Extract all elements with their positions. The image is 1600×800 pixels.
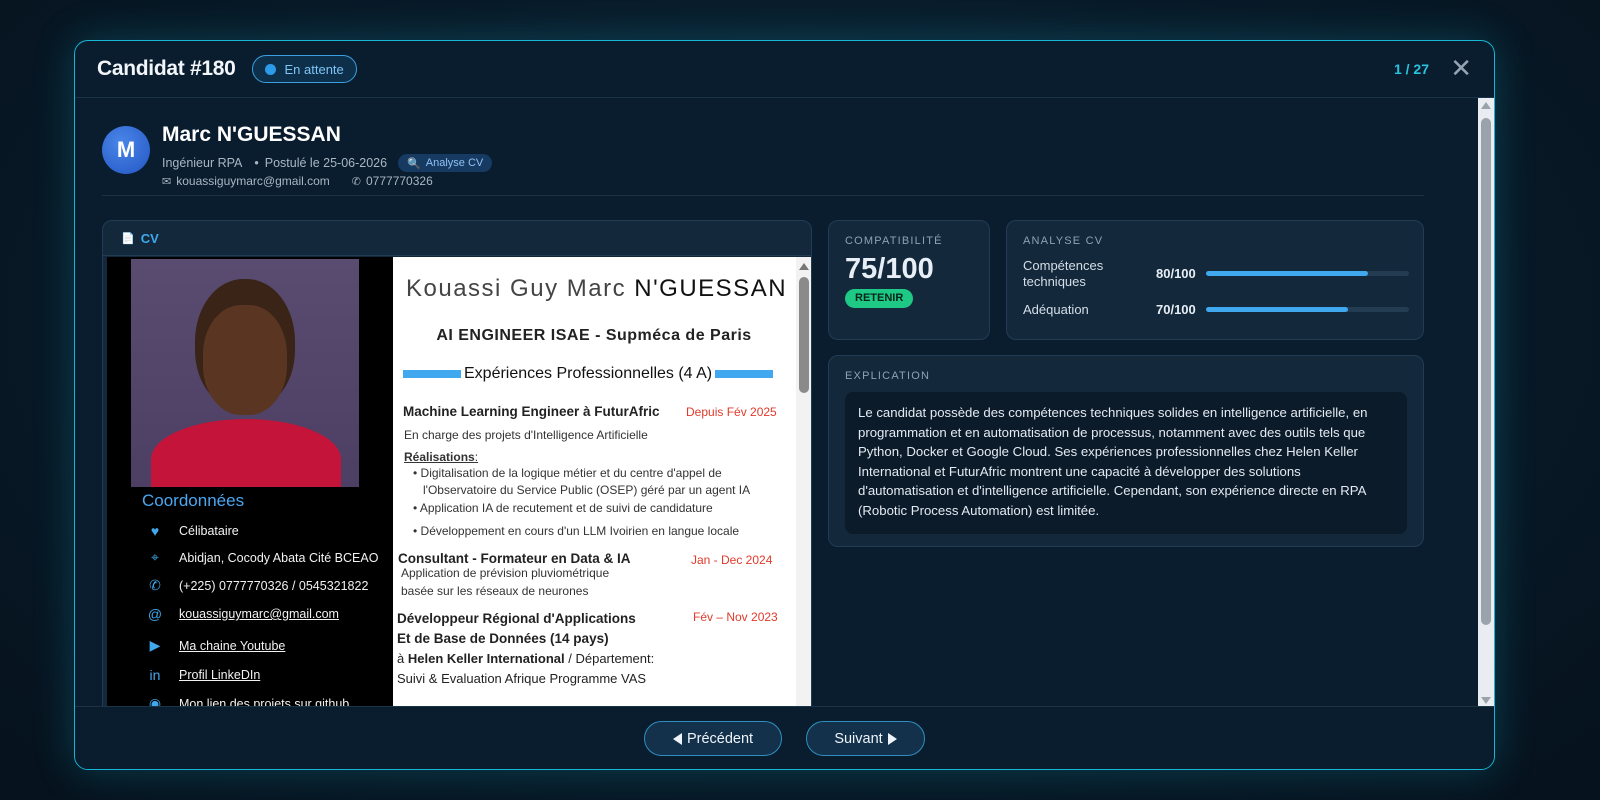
cv-job-title: Machine Learning Engineer à FuturAfric: [403, 404, 660, 419]
cv-contact-status: ♥ Célibataire: [147, 523, 239, 539]
cv-scroll-thumb[interactable]: [799, 277, 809, 393]
mail-icon: ✉: [162, 175, 172, 188]
cv-realisations-label: Réalisations:: [404, 450, 479, 464]
cv-headline: AI ENGINEER ISAE - Supméca de Paris: [436, 327, 752, 344]
cv-main: Kouassi Guy Marc N'GUESSAN AI ENGINEER I…: [393, 257, 795, 708]
metric-progress-bar: [1206, 271, 1409, 276]
metric-value: 70/100: [1156, 302, 1196, 317]
previous-label: Précédent: [686, 730, 754, 747]
cv-job-org: à Helen Keller International / Départeme…: [397, 651, 655, 666]
candidate-phone[interactable]: 0777770326: [366, 174, 433, 188]
avatar: M: [102, 126, 150, 174]
cv-bullet: • Digitalisation de la logique métier et…: [413, 466, 722, 480]
decision-badge: RETENIR: [845, 289, 914, 308]
status-label: En attente: [284, 61, 344, 77]
at-icon: @: [147, 606, 163, 622]
document-icon: 📄: [121, 232, 135, 245]
cv-contact-youtube[interactable]: ▶ Ma chaine Youtube: [147, 637, 286, 654]
cv-job-title: Et de Base de Données (14 pays): [397, 631, 609, 646]
heart-icon: ♥: [150, 523, 160, 539]
modal-title: Candidat #180: [97, 57, 236, 80]
linkedin-icon: in: [149, 667, 161, 683]
explanation-text: Le candidat possède des compétences tech…: [845, 392, 1407, 534]
candidate-name: Marc N'GUESSAN: [162, 123, 341, 146]
phone-icon: ✆: [149, 577, 161, 593]
candidate-photo: [131, 259, 359, 487]
scroll-down-icon[interactable]: [1481, 697, 1491, 704]
cv-contact-email[interactable]: @ kouassiguymarc@gmail.com: [147, 606, 339, 622]
candidate-profile: M Marc N'GUESSAN Ingénieur RPA • Postulé…: [102, 123, 1424, 196]
candidate-meta: Ingénieur RPA • Postulé le 25-06-2026 🔍 …: [162, 154, 493, 172]
candidate-email[interactable]: kouassiguymarc@gmail.com: [176, 174, 330, 188]
scroll-up-icon[interactable]: [799, 263, 809, 270]
next-label: Suivant: [834, 730, 883, 747]
cv-section-experience: Expériences Professionnelles (4 A): [403, 365, 795, 383]
analysis-label: ANALYSE CV: [1023, 235, 1104, 247]
compatibility-label: COMPATIBILITÉ: [845, 235, 943, 247]
metric-label: Adéquation: [1023, 302, 1089, 317]
cv-scrollbar[interactable]: [796, 257, 811, 708]
metric-progress-bar: [1206, 307, 1409, 312]
metric-value: 80/100: [1156, 266, 1196, 281]
triangle-left-icon: [672, 732, 682, 745]
status-dot-icon: [264, 63, 276, 75]
candidate-contact: ✉ kouassiguymarc@gmail.com ✆ 0777770326: [162, 174, 433, 188]
cv-job-date: Fév – Nov 2023: [693, 610, 778, 624]
candidate-applied-date: Postulé le 25-06-2026: [264, 156, 388, 170]
modal-scroll-thumb[interactable]: [1481, 118, 1491, 625]
compatibility-score: 75/100: [845, 253, 934, 285]
metric-label: Compétences techniques: [1023, 258, 1104, 289]
cv-contact-phone: ✆ (+225) 0777770326 / 0545321822: [147, 577, 368, 594]
cv-sidebar: Coordonnées ♥ Célibataire ⌖ Abidjan, Cocod…: [107, 257, 393, 708]
cv-analysis-card: ANALYSE CV Compétences techniques 80/100…: [1006, 220, 1424, 340]
triangle-right-icon: [887, 732, 897, 745]
cv-bullet: • Application IA de recutement et de sui…: [413, 501, 713, 515]
compatibility-card: COMPATIBILITÉ 75/100 RETENIR: [828, 220, 990, 340]
magnifier-icon: 🔍: [407, 157, 421, 170]
cv-job-description: Application de prévision pluviométrique: [401, 566, 610, 580]
scroll-up-icon[interactable]: [1481, 102, 1491, 109]
cv-job-description: En charge des projets d'Intelligence Art…: [404, 428, 648, 442]
cv-job-title: Consultant - Formateur en Data & IA: [398, 551, 631, 566]
cv-contact-address: ⌖ Abidjan, Cocody Abata Cité BCEAO: [147, 549, 378, 566]
modal-footer: Précédent Suivant: [75, 706, 1494, 769]
cv-job-date: Depuis Fév 2025: [686, 405, 777, 419]
candidate-modal: Candidat #180 En attente 1 / 27 ✕ M Marc…: [74, 40, 1495, 770]
cv-contact-title: Coordonnées: [142, 491, 245, 510]
cv-job-date: Jan - Dec 2024: [691, 553, 773, 567]
separator-dot-icon: •: [254, 156, 259, 170]
cv-panel: 📄 CV Coordonnées ♥ Célibataire ⌖ Abidjan, …: [102, 220, 812, 708]
youtube-icon: ▶: [149, 637, 161, 653]
analysis-tag: 🔍 Analyse CV: [398, 154, 493, 172]
status-badge: En attente: [251, 55, 357, 83]
location-pin-icon: ⌖: [151, 549, 159, 565]
modal-header: Candidat #180 En attente 1 / 27 ✕: [75, 41, 1494, 98]
cv-full-name: Kouassi Guy Marc N'GUESSAN: [406, 275, 788, 302]
previous-button[interactable]: Précédent: [644, 721, 782, 756]
cv-bullet-continued: l'Observatoire du Service Public (OSEP) …: [423, 483, 751, 497]
candidate-role: Ingénieur RPA: [162, 156, 243, 170]
analysis-tag-label: Analyse CV: [425, 157, 484, 169]
cv-job-description: basée sur les réseaux de neurones: [401, 584, 589, 598]
modal-scrollbar[interactable]: [1478, 98, 1494, 708]
explanation-label: EXPLICATION: [845, 370, 931, 382]
page-counter: 1 / 27: [1393, 61, 1429, 77]
phone-icon: ✆: [351, 175, 361, 188]
cv-label: CV: [140, 230, 159, 246]
cv-contact-linkedin[interactable]: in Profil LinkeDIn: [147, 667, 261, 683]
cv-panel-header: 📄 CV: [103, 221, 811, 256]
cv-document-viewer[interactable]: Coordonnées ♥ Célibataire ⌖ Abidjan, Cocod…: [107, 257, 811, 708]
next-button[interactable]: Suivant: [806, 721, 925, 756]
cv-job-department: Suivi & Evaluation Afrique Programme VAS: [397, 671, 647, 686]
cv-bullet: • Développement en cours d'un LLM Ivoiri…: [413, 524, 740, 538]
close-button[interactable]: ✕: [1450, 55, 1472, 81]
cv-job-title: Développeur Régional d'Applications: [397, 611, 636, 626]
explanation-card: EXPLICATION Le candidat possède des comp…: [828, 355, 1424, 547]
modal-content: M Marc N'GUESSAN Ingénieur RPA • Postulé…: [75, 98, 1478, 708]
